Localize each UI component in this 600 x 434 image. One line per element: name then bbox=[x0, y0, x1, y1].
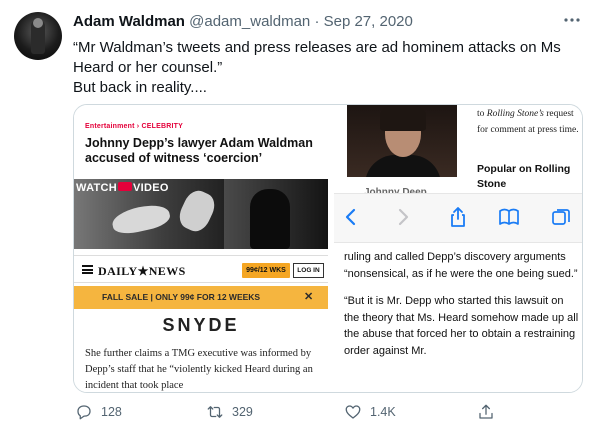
right-article-text: ruling and called Depp’s discovery argum… bbox=[344, 249, 580, 370]
reply-count: 128 bbox=[101, 405, 122, 419]
heart-icon bbox=[345, 405, 361, 419]
sale-text: FALL SALE | ONLY 99¢ FOR 12 WEEKS bbox=[102, 292, 261, 302]
close-icon: ✕ bbox=[304, 291, 314, 303]
forward-icon bbox=[398, 208, 409, 226]
share-icon bbox=[479, 404, 493, 419]
tweet-header: Adam Waldman @adam_waldman · Sep 27, 202… bbox=[73, 13, 413, 33]
media-image-left[interactable]: Entertainment › CELEBRITY Johnny Depp’s … bbox=[74, 105, 332, 392]
play-icon bbox=[118, 182, 133, 191]
more-icon[interactable] bbox=[562, 10, 582, 30]
tabs-icon bbox=[552, 209, 570, 225]
watch-prefix: WATCH bbox=[76, 182, 118, 194]
back-icon bbox=[345, 208, 356, 226]
watch-suffix: VIDEO bbox=[133, 182, 169, 194]
tweet-card[interactable]: Adam Waldman @adam_waldman · Sep 27, 202… bbox=[0, 0, 600, 434]
login-badge: LOG IN bbox=[293, 263, 324, 278]
like-button[interactable]: 1.4K bbox=[344, 400, 396, 424]
tweet-text: “Mr Waldman’s tweets and press releases … bbox=[73, 38, 588, 98]
menu-icon bbox=[82, 265, 93, 274]
author-name[interactable]: Adam Waldman bbox=[73, 13, 185, 30]
tweet-text-reality: But back in reality.... bbox=[73, 79, 207, 96]
portrait-photo bbox=[347, 105, 457, 177]
right-paragraph-1: ruling and called Depp’s discovery argum… bbox=[344, 251, 578, 280]
tweet-text-quote: “Mr Waldman’s tweets and press releases … bbox=[73, 39, 561, 76]
daily-news-bar: DAILY★NEWS 99¢/12 WKS LOG IN bbox=[74, 255, 328, 283]
article-headline: Johnny Depp’s lawyer Adam Waldman accuse… bbox=[85, 136, 313, 165]
side-copy: to Rolling Stone’s request for comment a… bbox=[477, 107, 582, 138]
right-paragraph-2: “But it is Mr. Depp who started this law… bbox=[344, 295, 579, 357]
article-excerpt: She further claims a TMG executive was i… bbox=[85, 348, 313, 391]
share-button[interactable] bbox=[477, 400, 503, 424]
sale-banner: FALL SALE | ONLY 99¢ FOR 12 WEEKS ✕ bbox=[74, 286, 328, 309]
share-icon bbox=[451, 207, 465, 227]
media-image-right[interactable]: to Rolling Stone’s request for comment a… bbox=[334, 105, 582, 392]
side-copy-italic: Rolling Stone’s bbox=[486, 109, 544, 119]
retweet-icon bbox=[207, 406, 223, 418]
watch-video-label: WATCH VIDEO bbox=[76, 182, 169, 194]
author-handle[interactable]: @adam_waldman bbox=[189, 13, 310, 30]
like-count: 1.4K bbox=[370, 405, 396, 419]
tweet-media[interactable]: Entertainment › CELEBRITY Johnny Depp’s … bbox=[73, 104, 583, 393]
daily-news-logo: DAILY★NEWS bbox=[98, 264, 186, 278]
tweet-date[interactable]: Sep 27, 2020 bbox=[324, 13, 413, 30]
separator-dot: · bbox=[314, 13, 320, 30]
retweet-count: 329 bbox=[232, 405, 253, 419]
tweet-actions: 128 329 1.4K bbox=[73, 400, 593, 424]
video-thumbnail: WATCH VIDEO bbox=[74, 179, 328, 249]
section-title: SNYDE bbox=[162, 315, 240, 335]
avatar[interactable] bbox=[14, 12, 62, 60]
reply-icon bbox=[77, 405, 91, 420]
article-crumb: Entertainment › CELEBRITY bbox=[85, 123, 183, 130]
bookmarks-icon bbox=[499, 208, 519, 225]
popular-heading: Popular on Rolling Stone bbox=[477, 163, 571, 190]
side-copy-pre: to bbox=[477, 109, 487, 119]
retweet-button[interactable]: 329 bbox=[206, 400, 253, 424]
browser-toolbar bbox=[334, 193, 582, 243]
reply-button[interactable]: 128 bbox=[75, 400, 122, 424]
price-badge: 99¢/12 WKS bbox=[242, 263, 290, 278]
